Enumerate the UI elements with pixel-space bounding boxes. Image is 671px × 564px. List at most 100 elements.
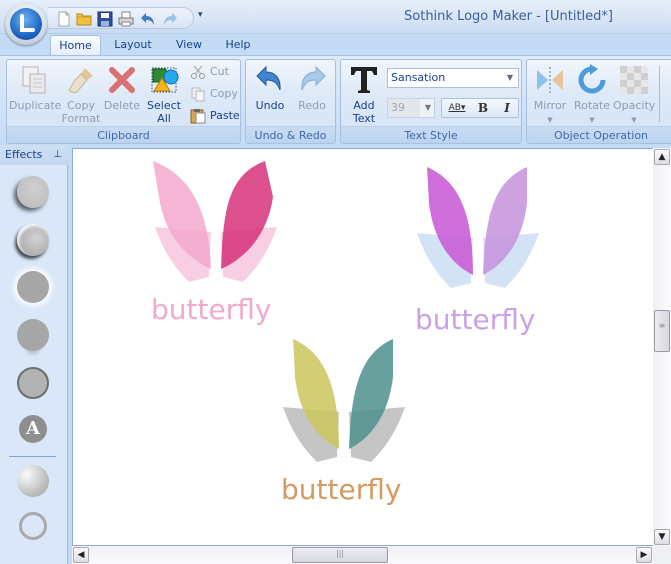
font-family-value: Sansation [391,71,446,84]
font-size-value: 39 [391,101,405,114]
mirror-icon [537,67,563,93]
mirror-button[interactable]: Mirror ▼ [531,64,569,127]
copy-label: Copy [210,87,238,100]
horizontal-scrollbar[interactable]: ◀ ||| ▶ [72,546,653,564]
clipboard-group: Duplicate Copy Format Delete Select All … [6,59,241,144]
cut-button[interactable]: Cut [190,63,229,81]
chevron-down-icon: ▼ [506,73,513,82]
bold-label: B [477,101,489,115]
delete-label: Delete [103,99,141,112]
tab-layout[interactable]: Layout [108,35,158,57]
text-effect-letter: A [26,418,40,439]
object-operation-group-label: Object Operation [527,126,671,143]
stroke-effect-icon[interactable] [17,367,49,399]
opacity-button[interactable]: Opacity ▼ [613,64,655,127]
select-all-icon [151,67,179,93]
bold-button[interactable]: B [472,99,494,117]
opacity-icon [620,66,648,94]
rotate-label: Rotate [573,99,610,112]
undo-button[interactable]: Undo [252,64,288,112]
undo-label: Undo [255,99,285,112]
logo-text: butterfly [281,473,402,506]
scroll-up-button[interactable]: ▲ [654,149,670,165]
format-brush-icon [68,68,93,93]
scroll-right-button[interactable]: ▶ [636,547,652,563]
butterfly-wings-green-icon [283,339,405,462]
add-text-label-2: Text [352,112,376,125]
scrollbar-corner [653,546,671,564]
vertical-scroll-thumb[interactable]: ≡ [654,310,670,352]
opacity-label: Opacity [613,99,656,112]
add-text-label-1: Add [353,99,375,112]
text-format-buttons: AB▾ B I [441,98,519,118]
rotate-icon [578,64,606,94]
character-spacing-button[interactable]: AB▾ [444,99,470,117]
paste-icon [190,109,206,124]
font-family-select[interactable]: Sansation ▼ [387,68,519,88]
copy-format-label-2: Format [61,112,101,125]
horizontal-scroll-thumb[interactable]: ||| [292,547,389,563]
logo-butterfly-green[interactable]: butterfly [277,337,417,517]
select-all-label-1: Select [147,99,181,112]
window-title: Sothink Logo Maker - [Untitled*] [404,9,613,24]
scroll-left-button[interactable]: ◀ [73,547,89,563]
duplicate-icon [22,66,46,94]
vertical-scrollbar[interactable]: ▲ ≡ ▼ [653,148,671,546]
design-canvas[interactable]: butterfly butterfly butterfly [72,148,656,546]
ribbon: Duplicate Copy Format Delete Select All … [0,55,671,144]
cut-label: Cut [210,65,229,78]
gradient-effect-icon[interactable] [17,465,49,497]
text-style-group-label: Text Style [341,126,521,143]
scissors-icon [191,65,205,79]
add-text-button[interactable]: Add Text [345,64,383,125]
effects-title: Effects [5,148,43,161]
delete-icon [109,67,135,93]
glow-effect-icon[interactable] [17,271,49,303]
group-separator [659,66,660,122]
bevel-effect-icon[interactable] [17,224,49,256]
shadow-effect-icon[interactable] [17,176,49,208]
chevron-down-icon: ▼ [424,103,431,112]
paste-label: Paste [210,109,240,122]
spacing-label: AB [448,103,461,113]
effects-panel-header: Effects ⊥ [0,145,68,165]
duplicate-label: Duplicate [9,99,62,112]
application-menu-button[interactable] [5,3,47,45]
scroll-down-button[interactable]: ▼ [654,529,670,545]
reflection-effect-icon[interactable] [17,319,49,351]
effects-panel: Effects ⊥ A [0,145,68,564]
tab-help[interactable]: Help [220,35,256,57]
pin-icon[interactable]: ⊥ [53,145,62,165]
effects-divider [9,456,56,457]
undo-redo-group: Undo Redo Undo & Redo [245,59,336,144]
tab-home[interactable]: Home [50,35,101,57]
logo-text: butterfly [151,293,272,326]
logo-butterfly-purple[interactable]: butterfly [411,163,551,343]
font-size-select[interactable]: 39 ▼ [387,98,435,118]
duplicate-button[interactable]: Duplicate [9,64,62,112]
text-t-icon [351,67,377,93]
text-effect-icon[interactable]: A [19,415,47,443]
title-bar: ▾ Sothink Logo Maker - [Untitled*] [0,0,671,34]
italic-label: I [504,101,510,115]
ribbon-tabs: Home Layout View Help [0,34,671,57]
logo-text: butterfly [415,303,536,336]
copy-icon [191,87,205,102]
italic-button[interactable]: I [496,99,518,117]
paste-button[interactable]: Paste [190,107,240,125]
copy-button[interactable]: Copy [190,85,238,103]
redo-button[interactable]: Redo [294,64,330,112]
app-logo-icon [10,8,42,40]
copy-format-button[interactable]: Copy Format [61,64,101,125]
delete-button[interactable]: Delete [103,64,141,112]
clipboard-group-label: Clipboard [7,126,240,143]
select-all-button[interactable]: Select All [144,64,184,125]
redo-label: Redo [298,99,326,112]
copy-format-label-1: Copy [67,99,95,112]
rotate-button[interactable]: Rotate ▼ [573,64,611,127]
tab-view[interactable]: View [170,35,208,57]
redo-icon [301,65,326,91]
logo-butterfly-pink[interactable]: butterfly [149,157,289,337]
text-style-group: Add Text Sansation ▼ 39 ▼ AB▾ B I Text S… [340,59,522,144]
outline-effect-icon[interactable] [19,512,47,540]
